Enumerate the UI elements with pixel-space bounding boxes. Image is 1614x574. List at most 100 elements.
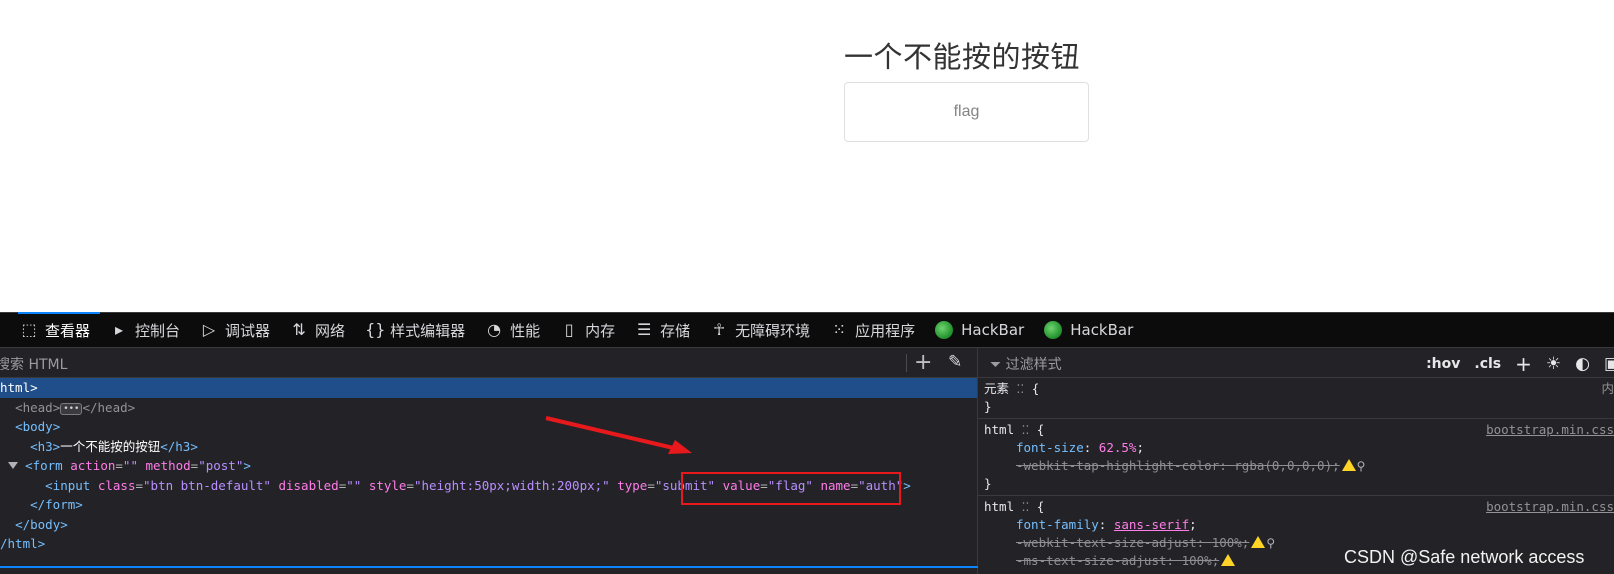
attr-name: class bbox=[97, 477, 136, 493]
lightbulb-icon[interactable]: ⚲ bbox=[1266, 536, 1275, 550]
tab-label: 无障碍环境 bbox=[735, 321, 811, 340]
devtools-panel: ⬚ 查看器 ▸ 控制台 ▷ 调试器 ⇅ 网络 {} 样式编辑器 ◔ 性能 ▯ 内… bbox=[0, 312, 1614, 574]
eyedropper-icon[interactable]: ✎ bbox=[948, 352, 962, 372]
tab-inspector[interactable]: ⬚ 查看器 bbox=[10, 312, 101, 347]
network-icon: ⇅ bbox=[292, 320, 306, 339]
markup-pane: 搜索 HTML + ✎ html> <head> ••• </head> <body… bbox=[0, 348, 978, 574]
tab-performance[interactable]: ◔ 性能 bbox=[475, 313, 550, 347]
light-mode-icon[interactable]: ☀ bbox=[1546, 354, 1561, 374]
tab-label: 样式编辑器 bbox=[390, 321, 466, 340]
tab-label: 存储 bbox=[660, 321, 691, 340]
html-search-input[interactable]: 搜索 HTML bbox=[0, 354, 67, 374]
decl-value: 100% bbox=[1181, 553, 1212, 568]
warning-icon[interactable] bbox=[1251, 536, 1266, 548]
tag-html-close: /html> bbox=[0, 536, 46, 551]
declaration-overridden[interactable]: -webkit-tap-highlight-color: rgba(0,0,0,… bbox=[984, 457, 1608, 475]
annotation-arrow bbox=[545, 416, 692, 454]
tab-debugger[interactable]: ▷ 调试器 bbox=[190, 313, 280, 347]
rule-source: 内 bbox=[1601, 381, 1614, 396]
class-toggle-button[interactable]: .cls bbox=[1474, 356, 1501, 372]
tag-head: <head> bbox=[15, 399, 61, 415]
rule-html-1: html ⁚⁚ { bootstrap.min.css font-size: 6… bbox=[978, 419, 1614, 496]
attr-name: method bbox=[145, 458, 191, 473]
attr-value: "post" bbox=[198, 458, 244, 473]
annotation-highlight-box bbox=[681, 472, 901, 505]
tree-row-body-close[interactable]: </body> bbox=[0, 515, 977, 535]
rule-element: 元素 ⁚⁚ { 内 } bbox=[978, 378, 1614, 419]
debugger-icon: ▷ bbox=[202, 320, 216, 339]
tree-row-h3[interactable]: <h3>一个不能按的按钮</h3> bbox=[0, 437, 977, 457]
tag-form: <form bbox=[25, 458, 63, 473]
tab-hackbar-2[interactable]: HackBar bbox=[1034, 313, 1143, 347]
ellipsis-icon[interactable]: ••• bbox=[60, 402, 83, 415]
tag-input: <input bbox=[45, 477, 91, 493]
tab-label: 控制台 bbox=[135, 321, 181, 340]
tag-html: html> bbox=[0, 380, 38, 395]
add-rule-icon[interactable]: + bbox=[1515, 352, 1532, 376]
decl-value: 100% bbox=[1211, 535, 1242, 550]
tab-memory[interactable]: ▯ 内存 bbox=[550, 313, 625, 347]
h3-text: 一个不能按的按钮 bbox=[60, 438, 161, 454]
hover-state-button[interactable]: :hov bbox=[1426, 356, 1460, 372]
tab-network[interactable]: ⇅ 网络 bbox=[280, 313, 355, 347]
tab-label: HackBar bbox=[961, 321, 1025, 339]
filter-styles-input[interactable]: ⏷ 过滤样式 bbox=[990, 354, 1062, 374]
focus-underline bbox=[0, 566, 978, 568]
tab-label: 网络 bbox=[315, 321, 346, 340]
rules-pane: ⏷ 过滤样式 :hov .cls + ☀ ◐ ▣ 元素 ⁚⁚ { 内 } htm… bbox=[978, 348, 1614, 574]
html-search-bar[interactable]: 搜索 HTML + ✎ bbox=[0, 348, 977, 378]
tree-row-head[interactable]: <head> ••• </head> bbox=[0, 398, 977, 418]
attr-value: "btn btn-default" bbox=[143, 477, 271, 493]
tab-application[interactable]: ⁙ 应用程序 bbox=[820, 313, 925, 347]
print-media-icon[interactable]: ▣ bbox=[1604, 354, 1614, 374]
rule-source-link[interactable]: bootstrap.min.css bbox=[1486, 498, 1614, 516]
tree-row-html-close[interactable]: /html> bbox=[0, 534, 977, 554]
rule-selector: html bbox=[984, 499, 1015, 514]
tag-head-close: </head> bbox=[82, 399, 136, 415]
tag-body: <body> bbox=[15, 419, 61, 434]
grid-icon: ⁚⁚ bbox=[1016, 382, 1025, 396]
filter-placeholder: 过滤样式 bbox=[1005, 357, 1062, 373]
declaration[interactable]: font-family: sans-serif; bbox=[984, 516, 1608, 534]
tree-row-body[interactable]: <body> bbox=[0, 417, 977, 437]
storage-icon: ☰ bbox=[636, 320, 652, 339]
attr-value: "" bbox=[346, 477, 362, 493]
tag-h3-close: </h3> bbox=[160, 438, 198, 454]
hackbar-icon bbox=[935, 321, 954, 339]
web-page: 一个不能按的按钮 flag bbox=[0, 0, 1614, 312]
flag-button[interactable]: flag bbox=[844, 82, 1089, 142]
tab-accessibility[interactable]: ☥ 无障碍环境 bbox=[700, 313, 820, 347]
tab-label: 内存 bbox=[585, 321, 616, 340]
lightbulb-icon[interactable]: ⚲ bbox=[1357, 459, 1366, 473]
tag-body-close: </body> bbox=[15, 516, 68, 532]
tree-row-html[interactable]: html> bbox=[0, 378, 977, 398]
rule-selector: html bbox=[984, 422, 1015, 437]
decl-prop: -webkit-tap-highlight-color bbox=[1016, 458, 1220, 473]
filter-styles-bar[interactable]: ⏷ 过滤样式 :hov .cls + ☀ ◐ ▣ bbox=[978, 348, 1614, 378]
tag-h3: <h3> bbox=[30, 438, 61, 454]
tab-label: 应用程序 bbox=[855, 321, 916, 340]
tab-storage[interactable]: ☰ 存储 bbox=[625, 313, 700, 347]
tab-label: 性能 bbox=[510, 321, 541, 340]
tab-hackbar-1[interactable]: HackBar bbox=[925, 313, 1034, 347]
console-icon: ▸ bbox=[115, 320, 124, 339]
tab-style-editor[interactable]: {} 样式编辑器 bbox=[355, 313, 475, 347]
decl-prop: font-size bbox=[1016, 440, 1084, 455]
declaration[interactable]: font-size: 62.5%; bbox=[984, 439, 1608, 457]
devtools-tabbar: ⬚ 查看器 ▸ 控制台 ▷ 调试器 ⇅ 网络 {} 样式编辑器 ◔ 性能 ▯ 内… bbox=[0, 312, 1614, 348]
warning-icon[interactable] bbox=[1221, 554, 1236, 566]
tab-console[interactable]: ▸ 控制台 bbox=[100, 313, 190, 347]
warning-icon[interactable] bbox=[1341, 459, 1356, 471]
attr-name: action bbox=[70, 458, 116, 473]
memory-icon: ▯ bbox=[564, 320, 574, 339]
page-heading: 一个不能按的按钮 bbox=[844, 40, 1081, 74]
markup-tree: html> <head> ••• </head> <body> <h3>一个不能按的… bbox=[0, 378, 977, 554]
add-node-icon[interactable]: + bbox=[914, 350, 932, 375]
application-icon: ⁙ bbox=[832, 320, 846, 339]
decl-prop: -webkit-text-size-adjust bbox=[1016, 535, 1197, 550]
contrast-icon[interactable]: ◐ bbox=[1575, 354, 1590, 374]
attr-value: "height:50px;width:200px;" bbox=[414, 477, 610, 493]
expand-twisty-icon[interactable] bbox=[7, 462, 18, 469]
rule-source-link[interactable]: bootstrap.min.css bbox=[1486, 421, 1614, 439]
accessibility-icon: ☥ bbox=[713, 320, 726, 339]
